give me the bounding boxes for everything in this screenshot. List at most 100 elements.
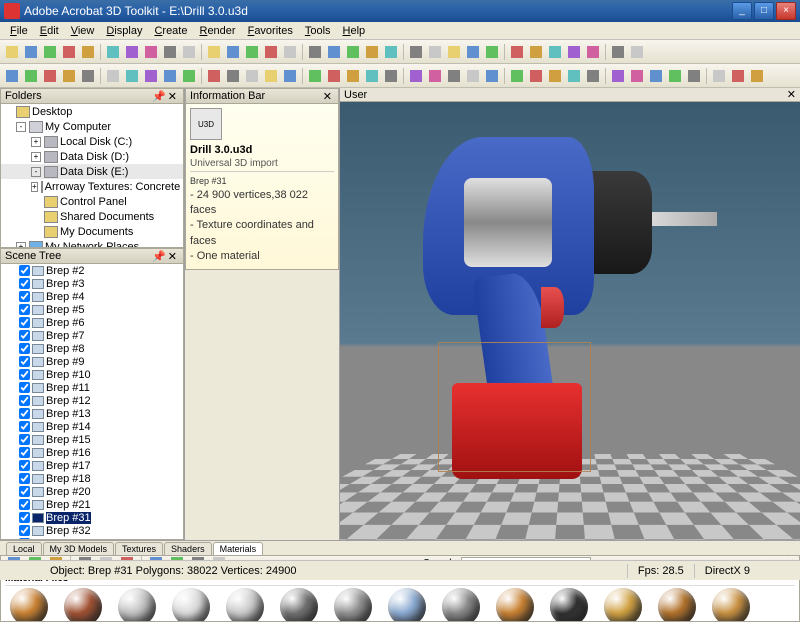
toolbar-button[interactable] [445,43,463,61]
expand-icon[interactable]: + [31,182,38,192]
folder-item[interactable]: +Arroway Textures: Concrete - Vol (F:) [1,179,183,194]
scene-item-checkbox[interactable] [19,291,30,302]
menu-edit[interactable]: Edit [34,24,65,38]
toolbar-button[interactable] [628,43,646,61]
scene-item-checkbox[interactable] [19,486,30,497]
scene-item-checkbox[interactable] [19,473,30,484]
toolbar-button[interactable] [527,43,545,61]
toolbar-button[interactable] [60,43,78,61]
toolbar-button[interactable] [609,67,627,85]
menu-help[interactable]: Help [337,24,372,38]
scene-tree-item[interactable]: Brep #17 [1,459,183,472]
scene-item-checkbox[interactable] [19,395,30,406]
toolbar-button[interactable] [224,43,242,61]
material-item[interactable]: Brushed Met... [113,588,161,622]
folder-item[interactable]: Shared Documents [1,209,183,224]
toolbar-button[interactable] [483,67,501,85]
pin-icon[interactable]: 📌 [152,90,166,103]
scene-tree-item[interactable]: Brep #32 [1,524,183,537]
scene-item-checkbox[interactable] [19,447,30,458]
toolbar-button[interactable] [262,67,280,85]
scene-item-checkbox[interactable] [19,356,30,367]
toolbar-button[interactable] [407,43,425,61]
toolbar-button[interactable] [104,67,122,85]
toolbar-button[interactable] [60,67,78,85]
toolbar-button[interactable] [546,67,564,85]
toolbar-button[interactable] [426,67,444,85]
menu-file[interactable]: File [4,24,34,38]
scene-tree-item[interactable]: Brep #3 [1,277,183,290]
scene-tree-item[interactable]: Brep #9 [1,355,183,368]
material-item[interactable]: Chrome... [221,588,269,622]
toolbar-button[interactable] [445,67,463,85]
toolbar-button[interactable] [382,43,400,61]
toolbar-button[interactable] [306,67,324,85]
scene-item-checkbox[interactable] [19,421,30,432]
toolbar-button[interactable] [123,67,141,85]
scene-item-checkbox[interactable] [19,499,30,510]
toolbar-button[interactable] [325,67,343,85]
material-item[interactable]: Chrome... [383,588,431,622]
scene-item-checkbox[interactable] [19,382,30,393]
menu-display[interactable]: Display [100,24,148,38]
menu-tools[interactable]: Tools [299,24,337,38]
toolbar-button[interactable] [344,43,362,61]
close-info-icon[interactable]: ✕ [321,90,334,103]
toolbar-button[interactable] [41,67,59,85]
scene-item-checkbox[interactable] [19,408,30,419]
scene-tree-item[interactable]: Brep #4 [1,290,183,303]
scene-tree-item[interactable]: Brep #31 [1,511,183,524]
scene-tree-item[interactable]: Brep #33 [1,537,183,540]
toolbar-button[interactable] [22,67,40,85]
toolbar-button[interactable] [546,43,564,61]
scene-item-checkbox[interactable] [19,512,30,523]
toolbar-button[interactable] [748,67,766,85]
folder-item[interactable]: Control Panel [1,194,183,209]
scene-item-checkbox[interactable] [19,369,30,380]
toolbar-button[interactable] [666,67,684,85]
toolbar-button[interactable] [464,43,482,61]
material-item[interactable]: Birdseye... [5,588,53,622]
scene-item-checkbox[interactable] [19,304,30,315]
menu-favorites[interactable]: Favorites [242,24,299,38]
toolbar-button[interactable] [22,43,40,61]
toolbar-button[interactable] [628,67,646,85]
scene-item-checkbox[interactable] [19,317,30,328]
toolbar-button[interactable] [79,67,97,85]
close-scene-icon[interactable]: ✕ [166,250,179,263]
toolbar-button[interactable] [609,43,627,61]
toolbar-button[interactable] [281,43,299,61]
3d-viewport[interactable] [340,102,800,540]
toolbar-button[interactable] [363,43,381,61]
toolbar-button[interactable] [527,67,545,85]
toolbar-button[interactable] [104,43,122,61]
folder-item[interactable]: +Local Disk (C:) [1,134,183,149]
scene-tree-item[interactable]: Brep #12 [1,394,183,407]
toolbar-button[interactable] [508,67,526,85]
expand-icon[interactable]: - [31,167,41,177]
toolbar-button[interactable] [685,67,703,85]
toolbar-button[interactable] [243,67,261,85]
toolbar-button[interactable] [281,67,299,85]
toolbar-button[interactable] [508,43,526,61]
scene-tree-item[interactable]: Brep #8 [1,342,183,355]
scene-tree-item[interactable]: Brep #20 [1,485,183,498]
toolbar-button[interactable] [41,43,59,61]
scene-tree[interactable]: Brep #2Brep #3Brep #4Brep #5Brep #6Brep … [0,264,184,540]
toolbar-button[interactable] [647,67,665,85]
toolbar-button[interactable] [382,67,400,85]
scene-tree-item[interactable]: Brep #14 [1,420,183,433]
toolbar-button[interactable] [142,43,160,61]
scene-item-checkbox[interactable] [19,525,30,536]
scene-item-checkbox[interactable] [19,460,30,471]
toolbar-button[interactable] [161,67,179,85]
scene-tree-item[interactable]: Brep #10 [1,368,183,381]
toolbar-button[interactable] [710,67,728,85]
scene-tree-item[interactable]: Brep #5 [1,303,183,316]
toolbar-button[interactable] [325,43,343,61]
toolbar-button[interactable] [3,43,21,61]
expand-icon[interactable]: + [31,137,41,147]
toolbar-button[interactable] [584,43,602,61]
toolbar-button[interactable] [180,43,198,61]
scene-tree-item[interactable]: Brep #21 [1,498,183,511]
